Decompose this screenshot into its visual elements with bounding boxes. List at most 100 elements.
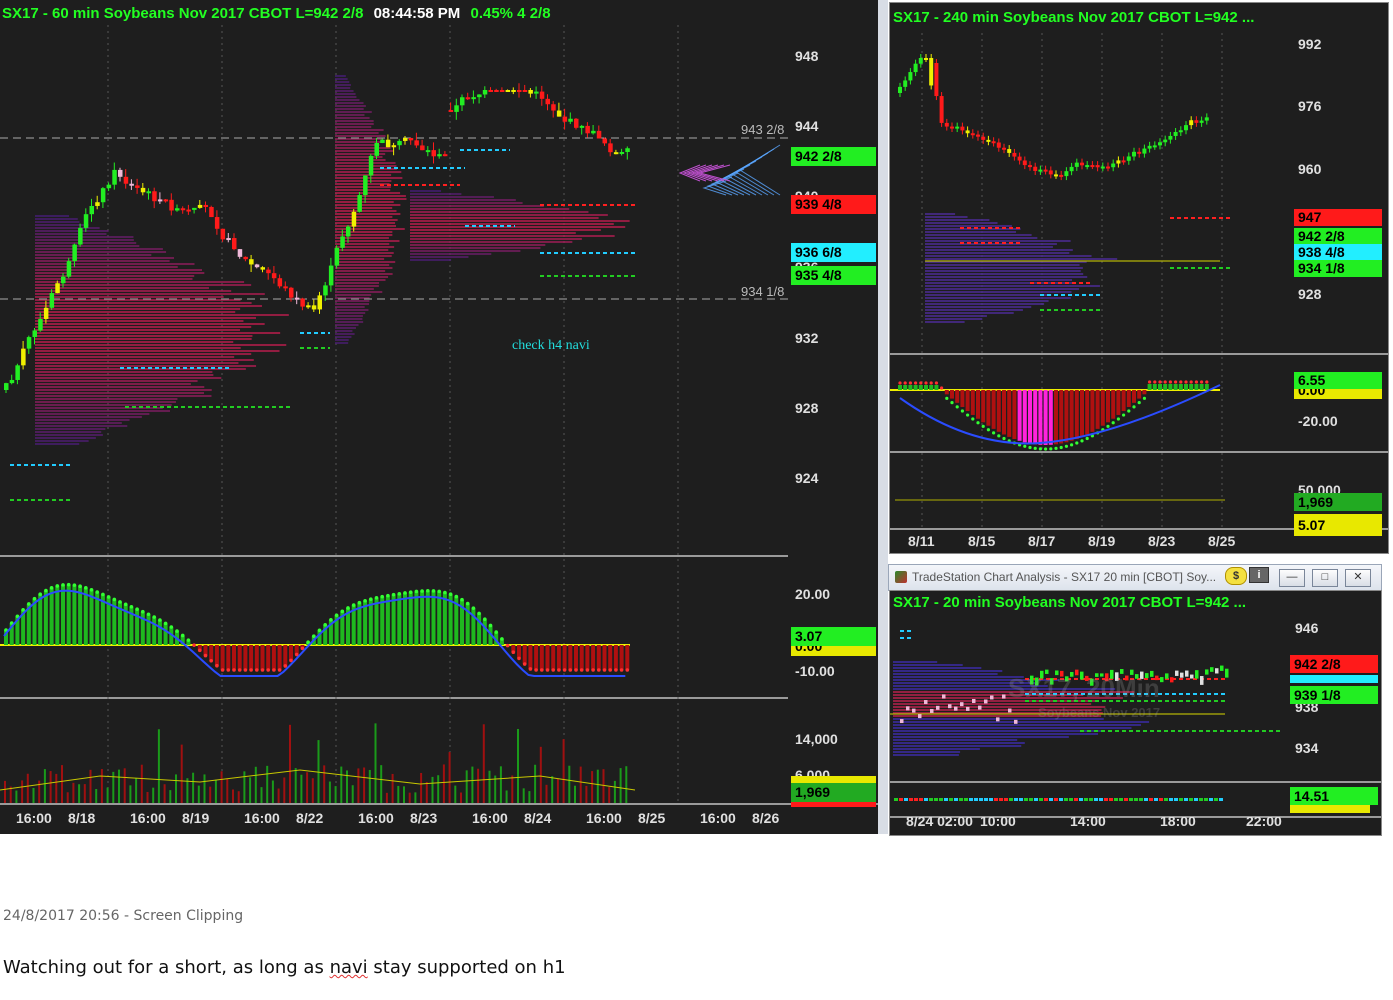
- candle-body: [1085, 165, 1090, 168]
- osc-dot: [1089, 798, 1093, 801]
- chart-240-canvas[interactable]: [890, 3, 1388, 553]
- volume-bar: [146, 791, 149, 803]
- close-button[interactable]: ✕: [1345, 569, 1371, 587]
- osc-bar: [289, 645, 293, 661]
- dollar-button[interactable]: $: [1225, 567, 1247, 585]
- osc-dot: [551, 668, 555, 672]
- volume-profile-row: [410, 217, 599, 219]
- candle-body: [1017, 156, 1022, 161]
- volume-bar: [351, 785, 354, 803]
- osc-dot: [894, 798, 898, 801]
- candle-body: [934, 63, 939, 97]
- candle-body: [1064, 171, 1069, 177]
- chart-watermark: SX17, 20Min: [1008, 673, 1160, 703]
- volume-profile-row: [925, 276, 1088, 278]
- volume-profile-row: [335, 336, 352, 338]
- volume-profile-row: [35, 278, 193, 280]
- candle-body: [955, 126, 960, 129]
- candle-body: [499, 90, 505, 92]
- osc-value-tag: 3.07: [791, 627, 876, 646]
- candle-body: [978, 705, 982, 710]
- volume-profile-row: [335, 177, 403, 179]
- volume-profile-row: [893, 724, 1141, 726]
- osc-dot: [944, 798, 948, 801]
- osc-dot: [1069, 798, 1073, 801]
- candle-body: [918, 714, 922, 719]
- info-button[interactable]: i: [1249, 567, 1269, 583]
- volume-bar: [66, 792, 69, 803]
- volume-profile-row: [335, 198, 407, 200]
- osc-bar: [1022, 390, 1027, 443]
- volume-bar: [328, 781, 331, 803]
- volume-bar: [214, 779, 217, 803]
- maximize-button[interactable]: □: [1312, 569, 1338, 587]
- candle-body: [930, 708, 934, 713]
- osc-dot: [1179, 380, 1183, 384]
- volume-profile-row: [335, 255, 392, 257]
- osc-dot: [198, 648, 202, 653]
- chart-20-window-titlebar[interactable]: TradeStation Chart Analysis - SX17 20 mi…: [888, 564, 1382, 591]
- candle-body: [32, 330, 37, 338]
- osc-dot: [146, 612, 151, 617]
- pane-divider[interactable]: [878, 0, 888, 834]
- minimize-button[interactable]: —: [1279, 569, 1305, 587]
- price-axis-label: 948: [795, 48, 819, 64]
- volume-profile-row: [335, 150, 394, 152]
- osc-dot: [959, 798, 963, 801]
- main-chart-panel[interactable]: SX17 - 60 min Soybeans Nov 2017 CBOT L=9…: [0, 0, 878, 834]
- volume-avg-marker: [1290, 805, 1370, 813]
- candle-body: [1158, 142, 1162, 146]
- volume-profile-row: [410, 202, 523, 204]
- time-axis-label: 8/22: [296, 810, 324, 826]
- osc-dot: [1214, 798, 1218, 801]
- volume-bar: [539, 746, 542, 803]
- volume-bar: [454, 785, 457, 803]
- osc-dot: [437, 589, 442, 594]
- candle-body: [1190, 674, 1194, 679]
- candle-body: [613, 152, 619, 155]
- volume-profile-row: [35, 248, 163, 250]
- time-axis-label: 8/19: [182, 810, 210, 826]
- volume-profile-row: [410, 235, 615, 237]
- osc-bar: [431, 590, 436, 645]
- osc-dot: [317, 628, 322, 633]
- volume-profile-row: [35, 323, 265, 325]
- volume-bar: [106, 787, 109, 803]
- note-misspelled-word[interactable]: navi: [330, 957, 368, 978]
- volume-profile-row: [893, 727, 1132, 729]
- time-axis-label: 8/24 02:00: [906, 817, 973, 829]
- volume-profile-row: [410, 190, 442, 192]
- time-axis-label: 16:00: [472, 810, 508, 826]
- time-axis: 16:00 8/18 16:00 8/19 16:00 8/22 16:00 8/23 16:0…: [0, 810, 878, 832]
- volume-profile-row: [925, 258, 1118, 260]
- candle-body: [26, 337, 32, 349]
- osc-bar: [403, 592, 407, 645]
- volume-bar: [488, 770, 491, 803]
- chart-20-panel[interactable]: SX17 - 20 min Soybeans Nov 2017 CBOT L=9…: [889, 590, 1382, 836]
- volume-bar: [499, 766, 502, 803]
- volume-profile-row: [335, 204, 401, 206]
- osc-dot: [1049, 798, 1053, 801]
- volume-bar: [129, 785, 132, 803]
- time-axis-label: 16:00: [586, 810, 622, 826]
- candle-body: [442, 154, 448, 157]
- volume-bar: [271, 780, 274, 803]
- volume-profile-row: [335, 261, 396, 263]
- candle-body: [913, 63, 918, 73]
- time-axis-label: 16:00: [700, 810, 736, 826]
- osc-value-tag: 6.55: [1294, 372, 1382, 389]
- candle-body: [991, 141, 996, 144]
- volume-profile-row: [925, 297, 1071, 299]
- volume-profile-row: [410, 250, 521, 252]
- osc-bar: [1100, 390, 1105, 426]
- volume-bar: [294, 768, 297, 803]
- osc-dot: [55, 584, 60, 588]
- chart-annotation[interactable]: check h4 navi: [512, 338, 590, 354]
- osc-dot: [1064, 444, 1068, 448]
- osc-dot: [483, 617, 487, 621]
- chart-240-panel[interactable]: SX17 - 240 min Soybeans Nov 2017 CBOT L=…: [889, 2, 1389, 554]
- volume-bar: [534, 764, 537, 803]
- volume-profile-row: [335, 267, 393, 269]
- osc-bar: [277, 645, 282, 670]
- osc-dot: [1204, 798, 1208, 801]
